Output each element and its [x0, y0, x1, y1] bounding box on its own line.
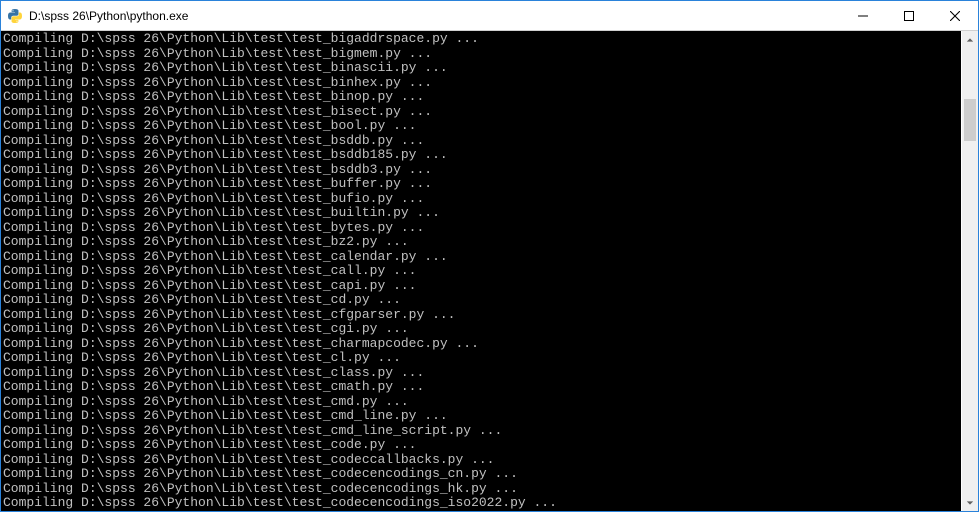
close-button[interactable]: [932, 1, 978, 30]
vertical-scrollbar[interactable]: [961, 31, 978, 511]
window-title: D:\spss 26\Python\python.exe: [29, 9, 840, 23]
scroll-up-button[interactable]: [962, 31, 978, 48]
minimize-button[interactable]: [840, 1, 886, 30]
console-output: Compiling D:\spss 26\Python\Lib\test\tes…: [1, 31, 961, 511]
window-controls: [840, 1, 978, 30]
maximize-button[interactable]: [886, 1, 932, 30]
scroll-thumb[interactable]: [964, 99, 976, 141]
python-icon: [7, 8, 23, 24]
titlebar[interactable]: D:\spss 26\Python\python.exe: [1, 1, 978, 31]
scroll-down-button[interactable]: [962, 494, 978, 511]
window-frame: D:\spss 26\Python\python.exe Compiling D…: [0, 0, 979, 512]
client-area: Compiling D:\spss 26\Python\Lib\test\tes…: [1, 31, 978, 511]
